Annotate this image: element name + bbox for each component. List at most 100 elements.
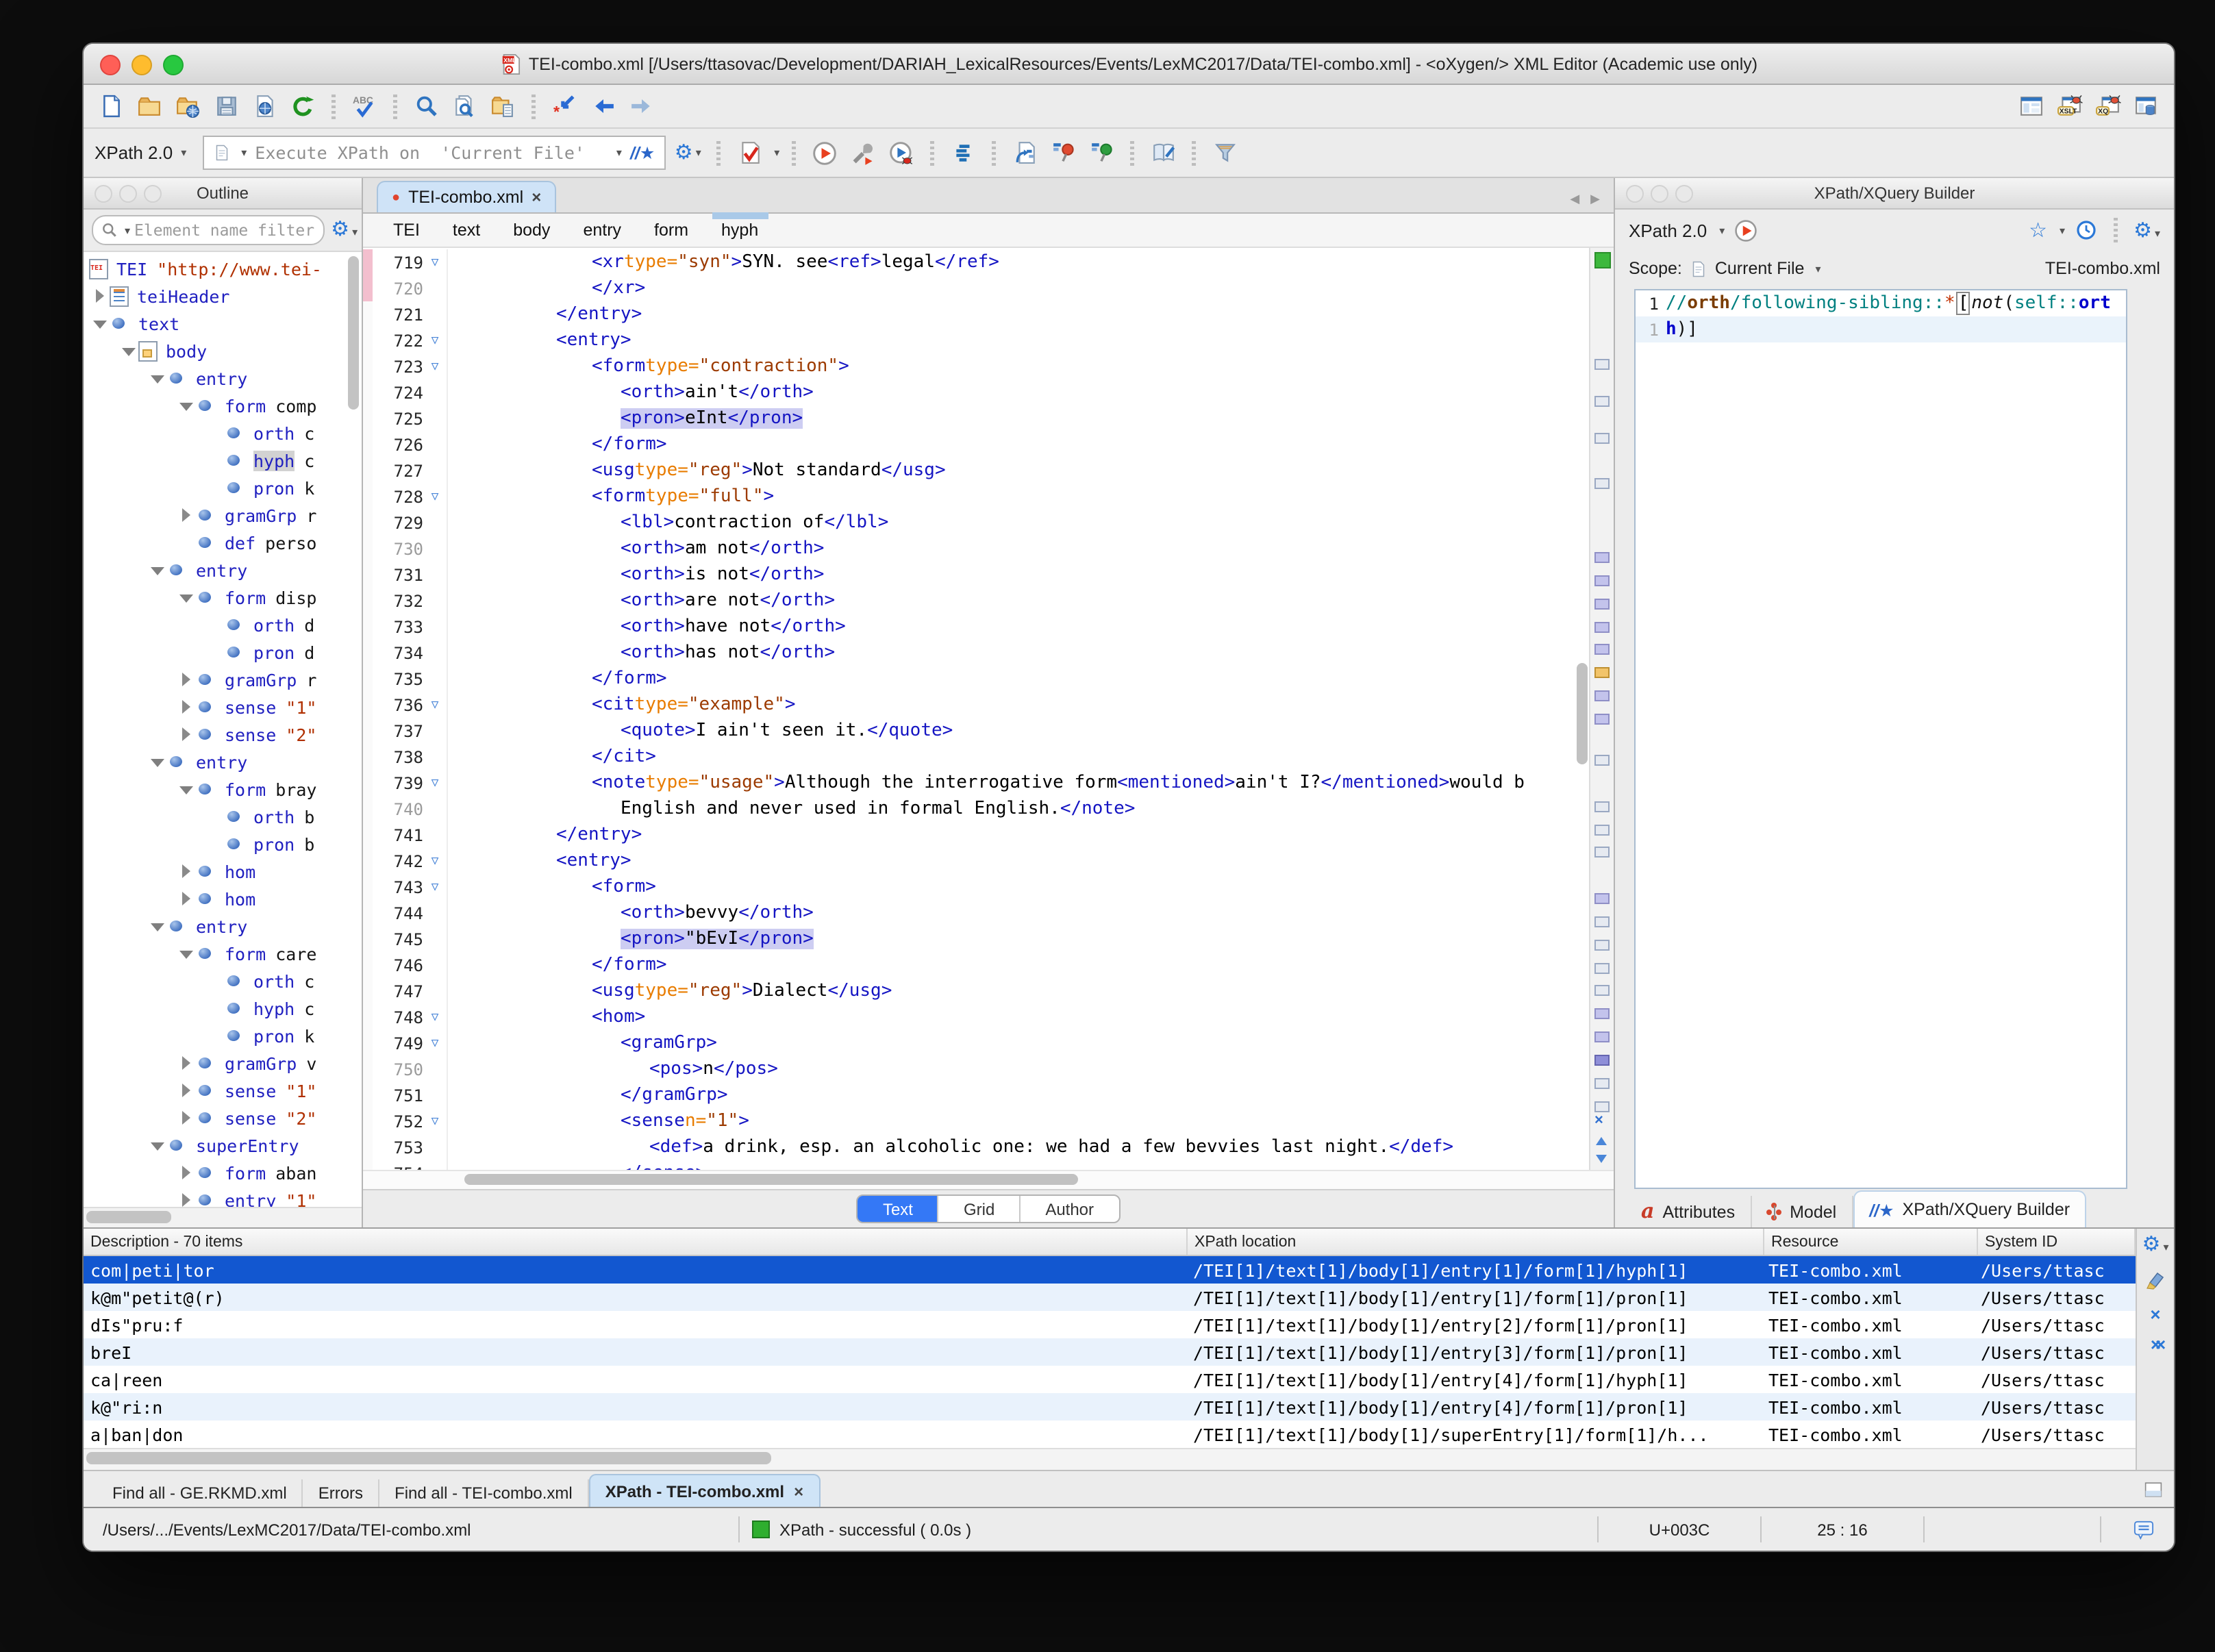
save-as-url-icon[interactable] [248, 90, 281, 123]
xpath-combo-text[interactable]: Execute XPath on 'Current File' [255, 142, 605, 163]
navigate-back-icon[interactable] [586, 90, 619, 123]
fold-toggle-icon[interactable]: ▽ [423, 255, 447, 269]
xpath-expression-combo[interactable]: ▾ Execute XPath on 'Current File' ▾ //★ [203, 136, 666, 170]
outline-item[interactable]: gramGrpr [84, 666, 362, 693]
xpath-engine-label[interactable]: XPath 2.0 [95, 142, 173, 163]
breadcrumb-item-TEI[interactable]: TEI [393, 221, 420, 240]
column-resource[interactable]: Resource [1764, 1229, 1978, 1255]
code-line[interactable]: 744<orth>bevvy</orth> [363, 900, 1590, 926]
find-replace-in-files-icon[interactable] [486, 90, 519, 123]
code-line[interactable]: 729<lbl>contraction of</lbl> [363, 510, 1590, 536]
status-messages-icon[interactable] [2114, 1519, 2174, 1540]
xpath-expression-line[interactable]: 1h)] [1636, 316, 2126, 342]
collapse-arrow-icon[interactable] [178, 397, 195, 414]
ruler-mark[interactable] [1594, 893, 1610, 904]
ruler-mark[interactable] [1594, 575, 1610, 586]
outline-item[interactable]: entry [84, 912, 362, 940]
outline-item[interactable]: orthc [84, 967, 362, 994]
outline-item[interactable]: hom [84, 885, 362, 912]
outline-item[interactable]: formdisp [84, 584, 362, 611]
bottom-tab-find-all-ge-rkmd-xml[interactable]: Find all - GE.RKMD.xml [97, 1479, 303, 1507]
expand-arrow-icon[interactable] [178, 507, 195, 523]
collapse-arrow-icon[interactable] [121, 342, 137, 359]
code-line[interactable]: 748▽<hom> [363, 1004, 1590, 1030]
collapse-arrow-icon[interactable] [149, 562, 166, 578]
code-line[interactable]: 742▽<entry> [363, 848, 1590, 874]
reload-icon[interactable] [286, 90, 319, 123]
column-system-id[interactable]: System ID [1978, 1229, 2136, 1255]
outline-item[interactable]: sense"2" [84, 721, 362, 748]
code-line[interactable]: 740English and never used in formal Engl… [363, 796, 1590, 822]
outline-item[interactable]: entry [84, 748, 362, 775]
chevron-down-icon[interactable]: ▾ [2060, 224, 2065, 236]
ruler-mark[interactable] [1594, 1077, 1610, 1088]
go-to-last-edit-icon[interactable]: * [548, 90, 581, 123]
ruler-mark[interactable] [1594, 621, 1610, 632]
outline-panel-header[interactable]: Outline [84, 178, 362, 210]
ruler-mark[interactable] [1594, 986, 1610, 997]
clear-markers-icon[interactable]: × [1594, 1114, 1603, 1129]
ruler-mark[interactable] [1594, 395, 1610, 406]
chevron-down-icon[interactable]: ▾ [181, 147, 186, 159]
outline-item[interactable]: hyphc [84, 994, 362, 1022]
code-line[interactable]: 732<orth>are not</orth> [363, 588, 1590, 614]
outline-item[interactable]: hom [84, 858, 362, 885]
close-window-button[interactable] [100, 55, 121, 75]
open-url-icon[interactable] [171, 90, 204, 123]
outline-item[interactable]: TEITEI"http://www.tei- [84, 255, 362, 282]
editor-layout-icon[interactable] [2015, 90, 2048, 123]
collapse-arrow-icon[interactable] [149, 918, 166, 934]
collapse-arrow-icon[interactable] [149, 370, 166, 386]
database-perspective-icon[interactable] [2130, 90, 2163, 123]
ruler-mark[interactable] [1594, 847, 1610, 858]
panel-tab-attributes[interactable]: aAttributes [1626, 1196, 1751, 1227]
fold-toggle-icon[interactable]: ▽ [423, 334, 447, 347]
code-line[interactable]: 719▽<xr type="syn">SYN. see <ref>legal</… [363, 249, 1590, 275]
scroll-tabs-right-icon[interactable]: ▶ [1590, 192, 1600, 207]
code-line[interactable]: 754</sense> [363, 1160, 1590, 1170]
ruler-mark[interactable] [1594, 916, 1610, 927]
expand-arrow-icon[interactable] [178, 1110, 195, 1126]
column-xpath-location[interactable]: XPath location [1188, 1229, 1764, 1255]
xpath-builder-header[interactable]: XPath/XQuery Builder [1615, 178, 2174, 210]
ruler-mark[interactable] [1594, 644, 1610, 655]
new-document-icon[interactable] [95, 90, 127, 123]
breadcrumb-item-text[interactable]: text [453, 221, 480, 240]
breadcrumb-item-entry[interactable]: entry [583, 221, 621, 240]
expand-arrow-icon[interactable] [178, 726, 195, 742]
outline-item[interactable]: sense"1" [84, 693, 362, 721]
ruler-mark[interactable] [1594, 359, 1610, 370]
favorites-star-icon[interactable]: ☆ [2029, 218, 2047, 242]
code-line[interactable]: 723▽<form type="contraction"> [363, 353, 1590, 379]
ruler-mark[interactable] [1594, 479, 1610, 490]
outline-item[interactable]: entry [84, 364, 362, 392]
outline-item[interactable]: defperso [84, 529, 362, 556]
editor-tab[interactable]: ● TEI-combo.xml × [377, 181, 556, 212]
result-row[interactable]: dIs"pru:f/TEI[1]/text[1]/body[1]/entry[2… [84, 1311, 2136, 1338]
code-editor[interactable]: 719▽<xr type="syn">SYN. see <ref>legal</… [363, 248, 1614, 1170]
code-line[interactable]: 747<usg type="reg">Dialect</usg> [363, 978, 1590, 1004]
remove-result-icon[interactable]: × [2150, 1305, 2160, 1323]
code-line[interactable]: 736▽<cit type="example"> [363, 692, 1590, 718]
close-tab-icon[interactable]: × [531, 188, 541, 207]
code-line[interactable]: 741</entry> [363, 822, 1590, 848]
collapse-arrow-icon[interactable] [178, 781, 195, 797]
ruler-mark[interactable] [1594, 755, 1610, 766]
results-horizontal-scrollbar[interactable] [84, 1448, 2136, 1470]
xpath-settings-gear-icon[interactable]: ⚙▾ [671, 136, 704, 169]
outline-vertical-scrollbar[interactable] [348, 256, 359, 410]
element-name-filter-input[interactable]: ▾ Element name filter [92, 215, 324, 245]
debug-transformation-icon[interactable] [885, 136, 918, 169]
ruler-mark[interactable] [1594, 1031, 1610, 1042]
fold-toggle-icon[interactable]: ▽ [423, 1114, 447, 1128]
panel-tab-xpath-xquery-builder[interactable]: //★XPath/XQuery Builder [1853, 1190, 2086, 1227]
collapse-arrow-icon[interactable] [178, 945, 195, 962]
outline-item[interactable]: gramGrpr [84, 501, 362, 529]
close-tab-icon[interactable]: × [794, 1481, 803, 1501]
code-line[interactable]: 749▽<gramGrp> [363, 1030, 1590, 1056]
history-clock-icon[interactable] [2075, 219, 2097, 241]
outline-item[interactable]: pronb [84, 830, 362, 858]
chevron-down-icon[interactable]: ▾ [1719, 224, 1725, 236]
outline-item[interactable]: orthd [84, 611, 362, 638]
outline-horizontal-scrollbar[interactable] [84, 1207, 362, 1227]
